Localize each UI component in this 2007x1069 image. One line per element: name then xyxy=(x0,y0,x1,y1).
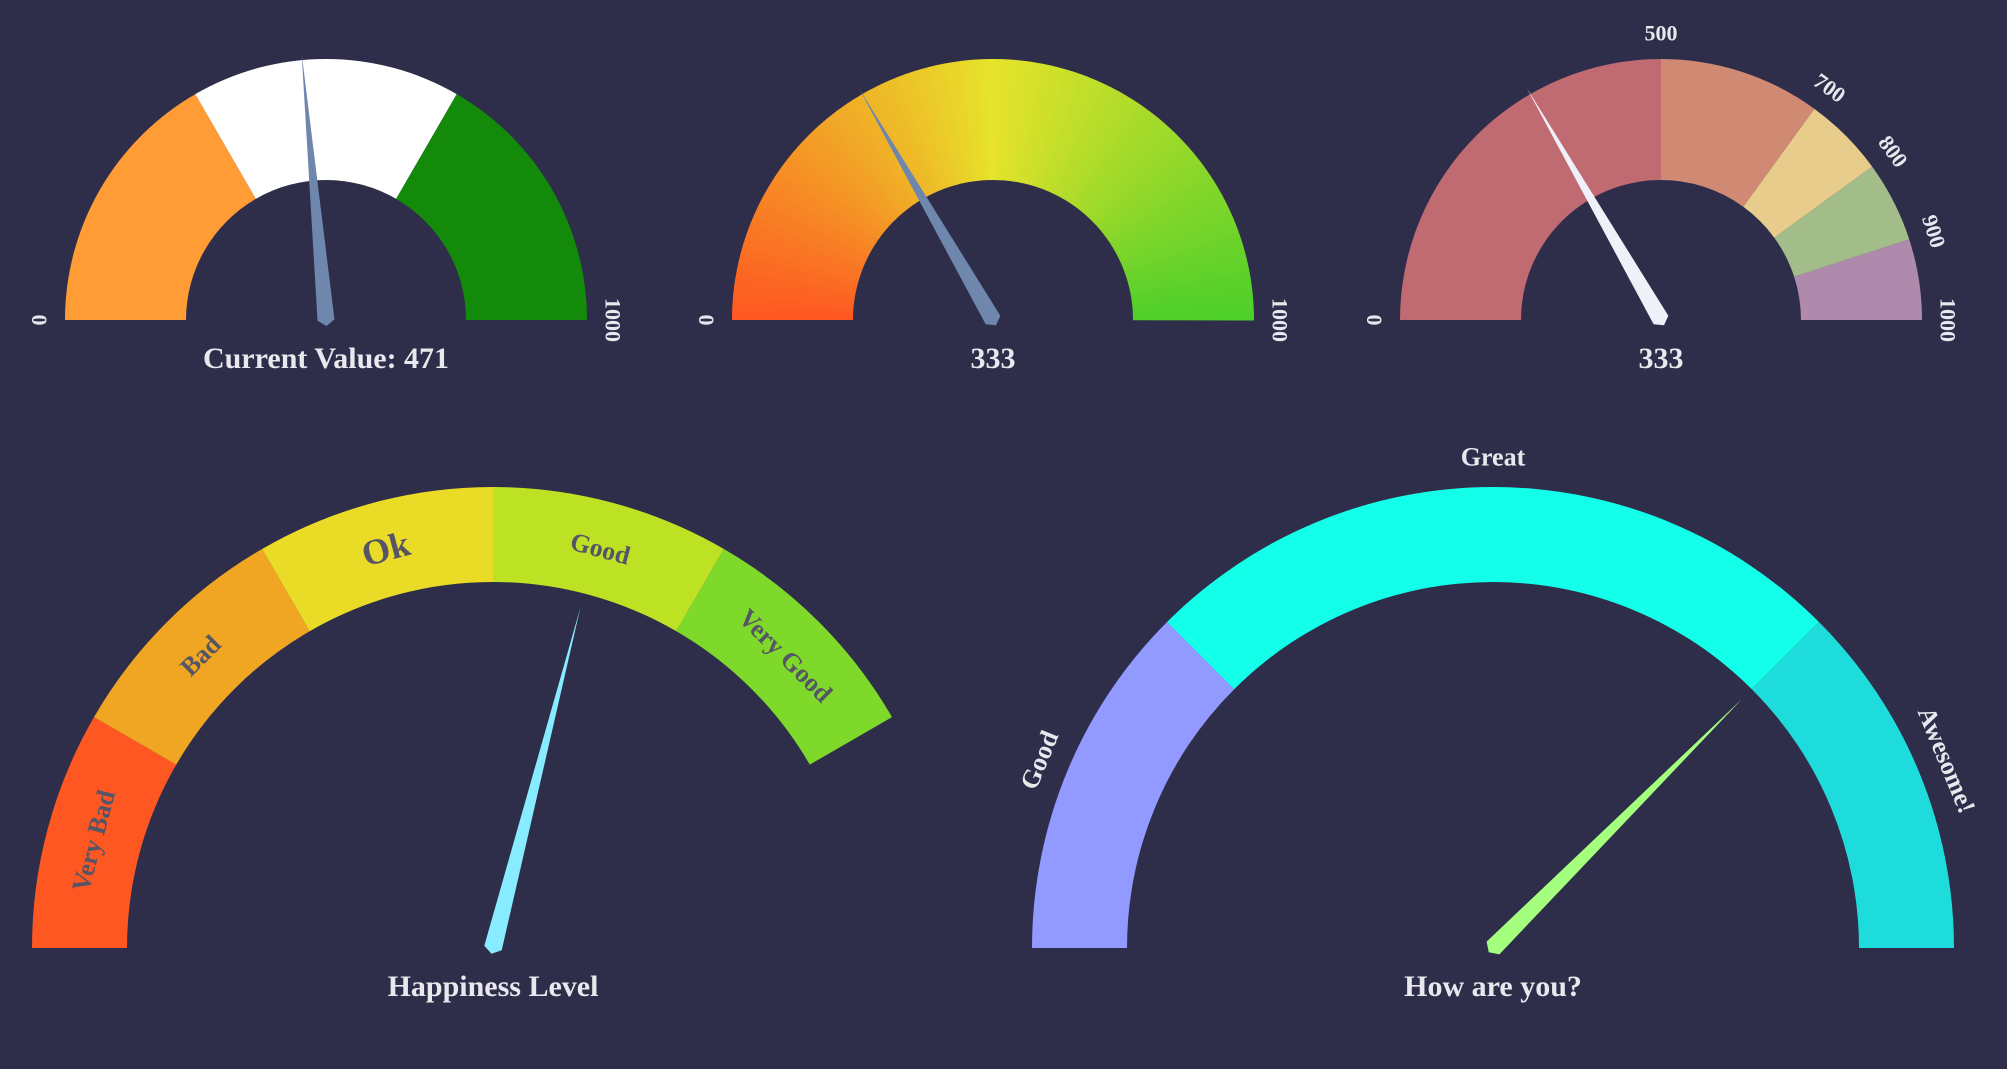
gauge-value-label: How are you? xyxy=(1404,970,1582,1003)
tick-label: 900 xyxy=(1917,212,1951,251)
gauge-segment xyxy=(1167,487,1819,690)
segment-label: Great xyxy=(1461,443,1526,472)
tick-label: 800 xyxy=(1873,131,1913,172)
gauge-value-label: Happiness Level xyxy=(388,970,599,1003)
gauge-value-label: Current Value: 471 xyxy=(203,342,449,375)
tick-label: 700 xyxy=(1809,68,1850,108)
gauge-segment xyxy=(1400,59,1661,320)
gauge-dashboard: 0 1000 Current Value: 471 0 1000 333 0 500 700 80… xyxy=(27,21,1982,1004)
gauge-5: GoodGreatAwesome!How are you? xyxy=(1014,443,1981,1004)
gauge-3: 0 500 700 800 900 1000 333 xyxy=(1362,21,1961,376)
gauge-2: 0 1000 333 xyxy=(694,59,1293,375)
gauge-needle xyxy=(484,607,581,954)
tick-label: 500 xyxy=(1645,21,1678,46)
tick-label: 1000 xyxy=(1268,298,1293,342)
tick-label: 1000 xyxy=(1936,298,1961,342)
gauge-4: Very BadBadOk GoodVery GoodHappiness Leve… xyxy=(32,487,892,1003)
gauge-value-label: 333 xyxy=(1639,342,1684,375)
gauge-needle xyxy=(1486,699,1742,955)
tick-label: 1000 xyxy=(601,298,626,342)
gauge-1: 0 1000 Current Value: 471 xyxy=(27,53,626,375)
tick-label: 0 xyxy=(27,315,52,326)
tick-label: 0 xyxy=(694,315,719,326)
gauge-segment xyxy=(1751,622,1954,948)
gauge-segment xyxy=(1032,622,1235,948)
gauge-value-label: 333 xyxy=(971,342,1016,375)
segment-label: Good xyxy=(1014,726,1064,794)
tick-label: 0 xyxy=(1362,315,1387,326)
